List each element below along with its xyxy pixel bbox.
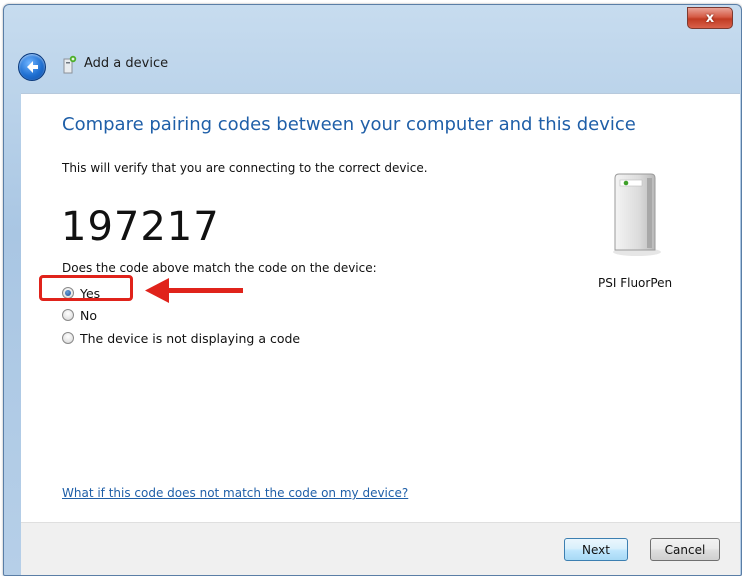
device-name: PSI FluorPen (598, 276, 673, 290)
dialog-footer: Next Cancel (21, 522, 740, 575)
window-title: Add a device (84, 56, 169, 71)
annotation-highlight-box (39, 275, 133, 301)
annotation-arrow-icon (145, 278, 243, 303)
device-tower-icon (613, 173, 661, 256)
radio-option-no[interactable]: No (62, 306, 97, 324)
next-button[interactable]: Next (564, 538, 628, 561)
page-subtext: This will verify that you are connecting… (62, 161, 428, 175)
close-button[interactable]: x (687, 7, 733, 29)
radio-no-code[interactable] (62, 332, 74, 344)
page-heading: Compare pairing codes between your compu… (62, 114, 636, 135)
radio-no[interactable] (62, 309, 74, 321)
content-area: Compare pairing codes between your compu… (21, 93, 740, 523)
pairing-code: 197217 (61, 204, 220, 250)
back-button[interactable] (18, 53, 46, 81)
radio-label-no: No (80, 307, 97, 323)
back-arrow-icon (27, 61, 38, 73)
help-link[interactable]: What if this code does not match the cod… (62, 486, 408, 500)
close-icon: x (705, 10, 715, 26)
cancel-button[interactable]: Cancel (650, 538, 720, 561)
code-question: Does the code above match the code on th… (62, 261, 377, 275)
add-device-icon (63, 55, 77, 74)
radio-label-no-code: The device is not displaying a code (80, 330, 301, 346)
radio-option-no-code[interactable]: The device is not displaying a code (62, 329, 300, 347)
